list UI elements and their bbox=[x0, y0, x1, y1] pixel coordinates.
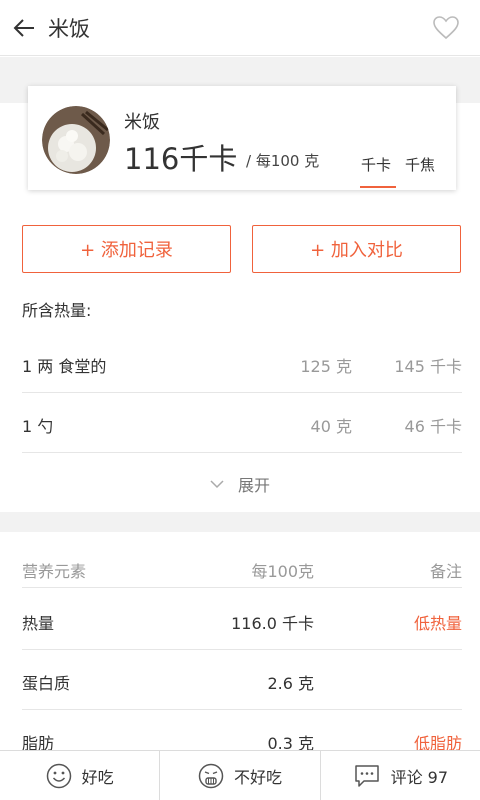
serving-row[interactable]: 1 两 食堂的 125 克 145 千卡 bbox=[22, 333, 462, 393]
expand-label: 展开 bbox=[237, 476, 270, 495]
chevron-down-icon bbox=[210, 479, 224, 488]
nutrient-value: 2.6 克 bbox=[267, 674, 314, 693]
dislike-label: 不好吃 bbox=[233, 767, 282, 787]
heart-icon[interactable] bbox=[432, 14, 460, 42]
tab-kj[interactable]: 千焦 bbox=[405, 154, 435, 175]
per-unit-label: / 每100 克 bbox=[246, 152, 320, 170]
serving-name: 1 勺 bbox=[22, 417, 54, 436]
tab-kcal[interactable]: 千卡 bbox=[361, 154, 391, 175]
calorie-value: 116千卡 bbox=[124, 142, 238, 176]
nutrient-value: 116.0 千卡 bbox=[231, 614, 314, 633]
table-row: 蛋白质 2.6 克 bbox=[22, 650, 462, 710]
nutrient-note: 低热量 bbox=[413, 614, 462, 633]
like-button[interactable]: 好吃 bbox=[0, 751, 161, 800]
expand-button[interactable]: 展开 bbox=[0, 462, 480, 506]
header-nutrient: 营养元素 bbox=[22, 562, 87, 581]
food-name: 米饭 bbox=[124, 112, 160, 133]
serving-kcal: 145 千卡 bbox=[394, 357, 462, 376]
nutrient-name: 热量 bbox=[22, 614, 55, 633]
top-bar: 米饭 bbox=[0, 0, 480, 56]
smile-icon bbox=[46, 763, 71, 788]
add-compare-button[interactable]: + 加入对比 bbox=[252, 225, 461, 273]
section-spacer bbox=[0, 512, 480, 532]
serving-kcal: 46 千卡 bbox=[404, 417, 462, 436]
comments-button[interactable]: 评论 97 bbox=[321, 751, 480, 800]
like-label: 好吃 bbox=[81, 767, 114, 787]
comments-label: 评论 97 bbox=[390, 767, 449, 787]
serving-grams: 125 克 bbox=[300, 357, 352, 376]
dislike-button[interactable]: 不好吃 bbox=[160, 751, 321, 800]
page-title: 米饭 bbox=[48, 16, 90, 41]
nutrition-table-header: 营养元素 每100克 备注 bbox=[22, 548, 462, 588]
table-row: 热量 116.0 千卡 低热量 bbox=[22, 590, 462, 650]
arrow-left-icon bbox=[13, 18, 34, 37]
bottom-action-bar: 好吃 不好吃 评论 97 bbox=[0, 750, 480, 800]
disgust-face-icon bbox=[198, 763, 224, 788]
header-note: 备注 bbox=[429, 562, 462, 581]
serving-row[interactable]: 1 勺 40 克 46 千卡 bbox=[22, 393, 462, 453]
serving-name: 1 两 食堂的 bbox=[22, 357, 107, 376]
food-summary-card: 米饭 116千卡 / 每100 克 千卡 千焦 bbox=[28, 86, 456, 190]
serving-grams: 40 克 bbox=[310, 417, 352, 436]
food-image bbox=[42, 106, 110, 174]
comment-icon bbox=[354, 764, 379, 787]
header-per100g: 每100克 bbox=[251, 562, 314, 581]
nutrient-name: 蛋白质 bbox=[22, 674, 71, 693]
back-button[interactable] bbox=[0, 0, 48, 56]
active-tab-indicator bbox=[360, 186, 396, 188]
servings-label: 所含热量: bbox=[22, 301, 92, 320]
add-record-button[interactable]: + 添加记录 bbox=[22, 225, 231, 273]
